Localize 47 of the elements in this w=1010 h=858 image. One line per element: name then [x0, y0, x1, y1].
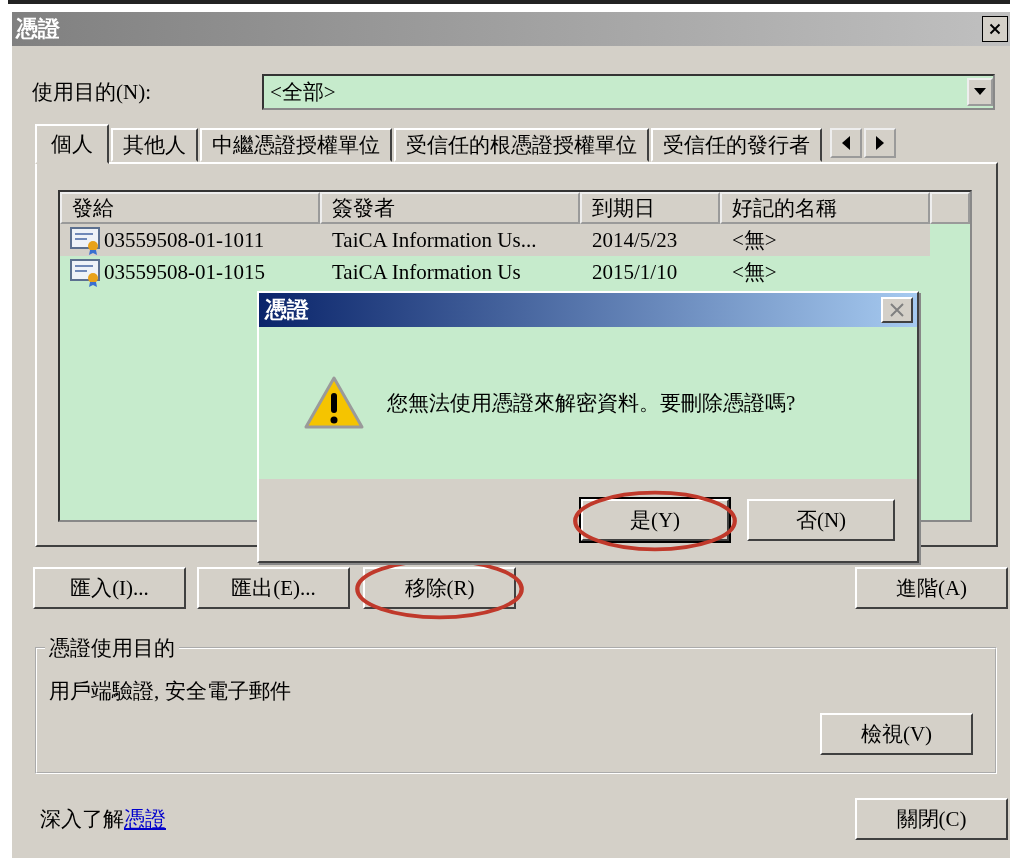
table-cell-text: 2014/5/23: [591, 227, 679, 253]
scroll-left-button[interactable]: [830, 128, 862, 158]
dialog-button[interactable]: 是(Y): [581, 499, 729, 541]
warning-icon: [303, 375, 365, 431]
dialog-button[interactable]: 否(N): [747, 499, 895, 541]
dropdown-arrow-icon: [974, 88, 986, 96]
tab[interactable]: 個人: [35, 124, 109, 164]
column-header[interactable]: 發給: [60, 192, 320, 224]
close-icon: [889, 303, 905, 317]
tab[interactable]: 中繼憑證授權單位: [200, 128, 392, 162]
close-dialog-button[interactable]: 關閉(C): [855, 798, 1008, 840]
table-row[interactable]: 03559508-01-1015 TaiCA Information Us 2015/1/10 <無>: [60, 256, 930, 288]
dialog-message: 您無法使用憑證來解密資料。要刪除憑證嗎?: [387, 390, 796, 417]
action-button[interactable]: 移除(R): [363, 567, 516, 609]
purpose-label: 使用目的(N):: [32, 79, 152, 106]
purpose-dropdown[interactable]: <全部>: [262, 74, 995, 110]
close-icon: [989, 21, 1001, 37]
column-header[interactable]: 到期日: [580, 192, 720, 224]
certificate-icon: [70, 224, 102, 256]
dialog-close-button[interactable]: [881, 297, 913, 323]
dialog-title: 憑證: [265, 296, 309, 324]
usage-text: 用戶端驗證, 安全電子郵件: [49, 678, 291, 705]
table-cell-text: <無>: [731, 259, 778, 286]
table-cell-text: TaiCA Information Us...: [331, 227, 538, 253]
view-button[interactable]: 檢視(V): [820, 713, 973, 755]
table-row[interactable]: 03559508-01-1011 TaiCA Information Us... 2014/5/23 <無>: [60, 224, 930, 256]
certificates-link[interactable]: 憑證: [124, 807, 166, 831]
close-button[interactable]: [982, 16, 1008, 42]
table-cell-text: <無>: [731, 227, 778, 254]
tab[interactable]: 受信任的根憑證授權單位: [394, 128, 649, 162]
window-title: 憑證: [16, 15, 60, 43]
action-button[interactable]: 匯入(I)...: [33, 567, 186, 609]
table-cell: 03559508-01-1011: [104, 227, 265, 253]
table-cell-text: TaiCA Information Us: [331, 259, 522, 285]
table-cell-text: 2015/1/10: [591, 259, 679, 285]
right-arrow-icon: [876, 136, 884, 150]
learn-more-text: 深入了解: [40, 807, 124, 831]
scroll-right-button[interactable]: [864, 128, 896, 158]
advanced-button[interactable]: 進階(A): [855, 567, 1008, 609]
column-header[interactable]: 好記的名稱: [720, 192, 930, 224]
table-cell: 03559508-01-1015: [104, 259, 265, 285]
left-arrow-icon: [842, 136, 850, 150]
action-button[interactable]: 匯出(E)...: [197, 567, 350, 609]
certificate-icon: [70, 256, 102, 288]
tab[interactable]: 受信任的發行者: [651, 128, 822, 162]
tab[interactable]: 其他人: [111, 128, 198, 162]
column-header[interactable]: 簽發者: [320, 192, 580, 224]
